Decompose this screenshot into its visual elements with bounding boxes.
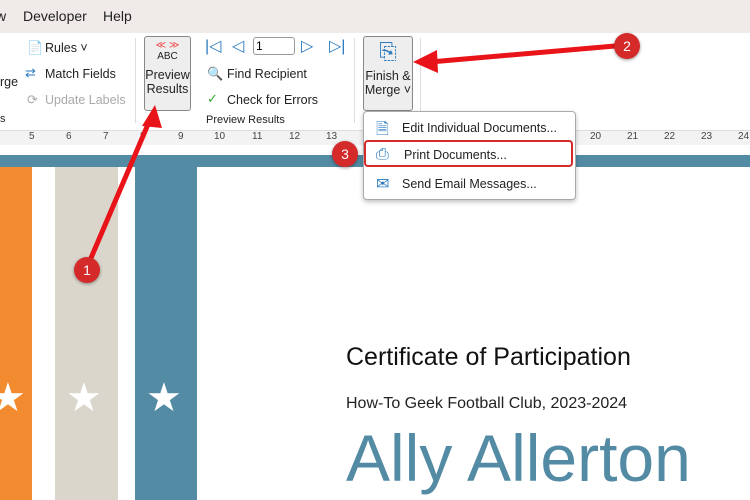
arrow-1 (85, 114, 155, 266)
annotation-arrows (85, 43, 616, 266)
annotation-badge-2: 2 (614, 33, 640, 59)
arrow-1-head (142, 105, 162, 128)
arrow-2 (429, 43, 616, 65)
arrow-2-head (413, 50, 438, 73)
annotation-badge-1: 1 (74, 257, 100, 283)
annotation-badge-3: 3 (332, 141, 358, 167)
